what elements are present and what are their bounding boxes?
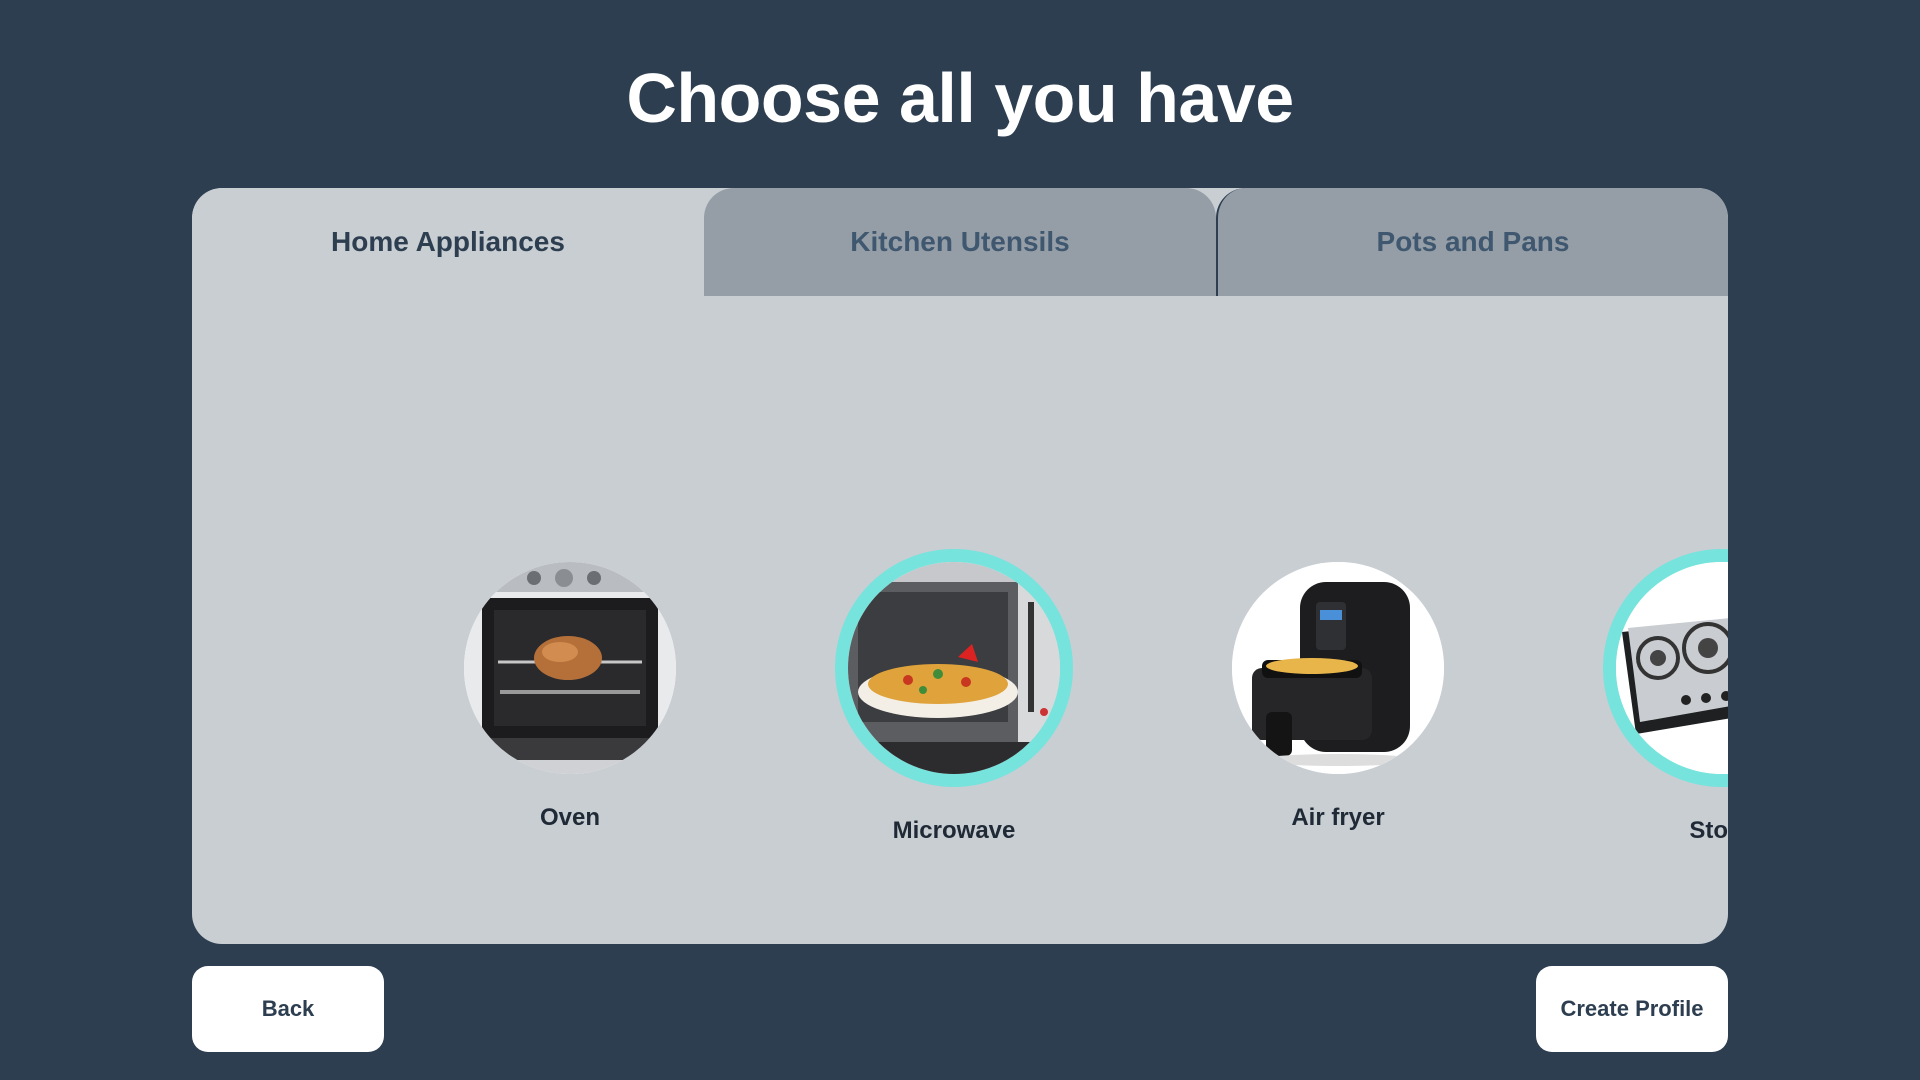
appliance-air-fryer[interactable]: Air fryer (1208, 562, 1468, 832)
category-panel: Home Appliances Kitchen Utensils Pots an… (192, 188, 1728, 944)
oven-image[interactable] (464, 562, 676, 774)
tab-kitchen-utensils[interactable]: Kitchen Utensils (704, 188, 1216, 296)
appliance-label: Air fryer (1291, 804, 1385, 831)
appliance-label: Stove (1689, 817, 1728, 844)
page: Choose all you have Home Appliances Kitc… (0, 0, 1920, 1080)
appliance-label: Oven (539, 804, 601, 831)
category-tabs: Home Appliances Kitchen Utensils Pots an… (192, 188, 1728, 296)
appliance-grid: Oven Microwave Air fryer Sto (192, 296, 1728, 944)
air-fryer-image[interactable] (1232, 562, 1444, 774)
tab-home-appliances[interactable]: Home Appliances (192, 188, 704, 296)
stove-image[interactable] (1603, 549, 1728, 787)
appliance-stove[interactable]: Stove (1592, 549, 1728, 845)
appliance-label: Microwave (892, 817, 1016, 844)
back-button[interactable]: Back (192, 966, 384, 1052)
page-title: Choose all you have (626, 59, 1294, 137)
appliance-oven[interactable]: Oven (440, 562, 700, 832)
tab-pots-and-pans[interactable]: Pots and Pans (1216, 188, 1728, 296)
appliance-microwave[interactable]: Microwave (824, 549, 1084, 845)
create-profile-button[interactable]: Create Profile (1536, 966, 1728, 1052)
microwave-image[interactable] (835, 549, 1073, 787)
